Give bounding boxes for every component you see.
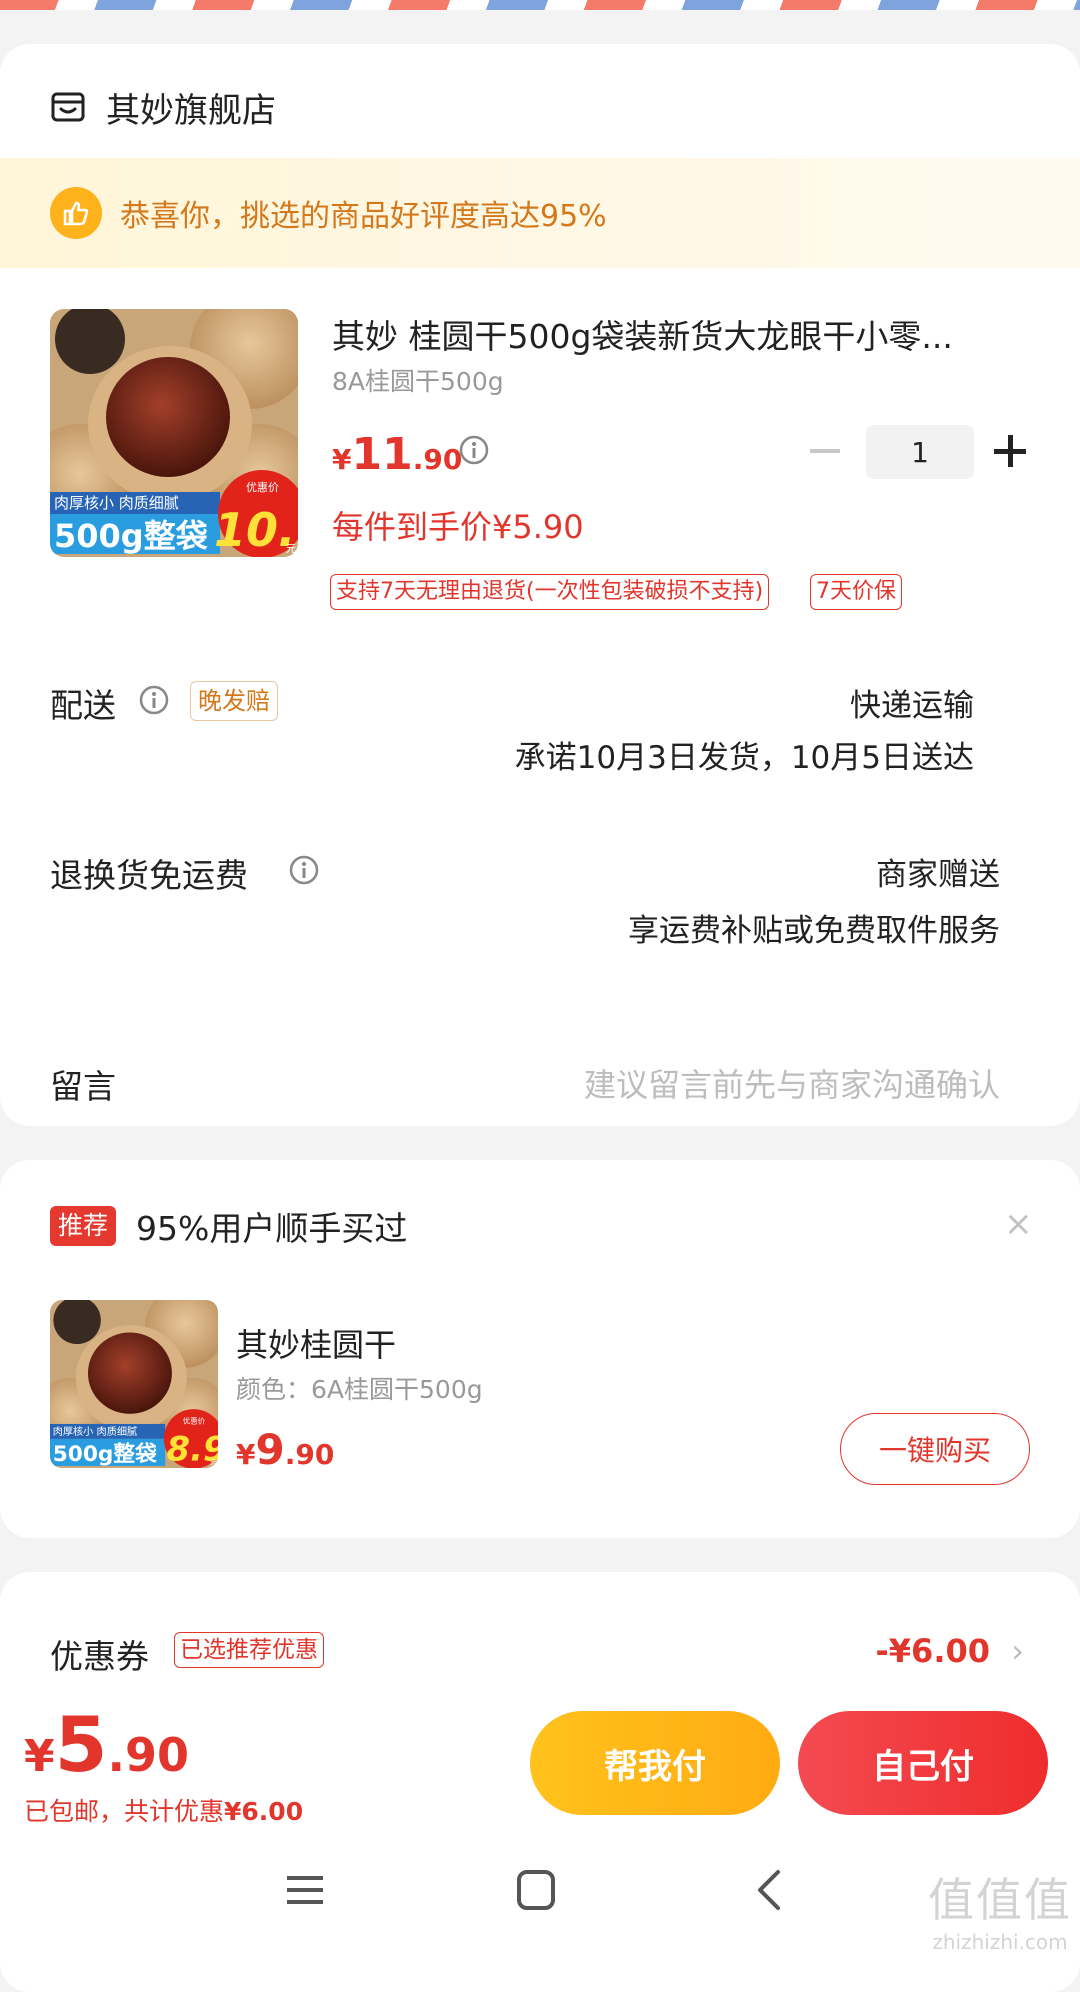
recommend-image-banner: 肉厚核小 肉质细腻: [53, 1425, 137, 1438]
menu-icon[interactable]: [275, 1860, 335, 1920]
self-pay-button[interactable]: 自己付: [798, 1711, 1048, 1815]
price-decimal: .90: [412, 443, 463, 476]
final-price: 每件到手价¥5.90: [332, 508, 584, 546]
recommend-image-promo-label: 优惠价: [183, 1415, 206, 1425]
watermark-domain: zhizhizhi.com: [932, 1930, 1068, 1954]
discount-note-amount: ¥6.00: [224, 1797, 304, 1826]
product-image-promo-label: 优惠价: [246, 480, 279, 494]
product-image-weight: 500g整袋: [54, 517, 208, 555]
recommend-title: 95%用户顺手买过: [136, 1209, 408, 1248]
back-icon[interactable]: [740, 1860, 800, 1920]
airmail-border: [0, 0, 1080, 10]
recommend-card: 推荐 95%用户顺手买过 × 肉厚核小 肉质细腻 500g整袋 优惠价 8.9 …: [0, 1160, 1080, 1538]
quantity-decrease-button[interactable]: [810, 449, 840, 453]
recommend-product-image[interactable]: 肉厚核小 肉质细腻 500g整袋 优惠价 8.9 元: [50, 1300, 218, 1468]
recommend-product-price: ¥9.90: [236, 1425, 334, 1474]
discount-note: 已包邮，共计优惠¥6.00: [24, 1792, 303, 1828]
recommend-product-spec: 颜色：6A桂圆干500g: [236, 1375, 483, 1404]
store-name: 其妙旗舰店: [106, 90, 276, 131]
praise-text: 恭喜你，挑选的商品好评度高达95%: [120, 199, 607, 234]
price-currency: ¥: [236, 1438, 256, 1471]
checkout-bar: ¥5.90 已包邮，共计优惠¥6.00 帮我付 自己付 值值值 zhizhizh…: [0, 1692, 1080, 1959]
home-icon[interactable]: [506, 1860, 566, 1920]
watermark-text: 值值值: [928, 1873, 1072, 1927]
product-image-promo-unit: 元: [286, 544, 296, 555]
total-decimal: .90: [107, 1728, 190, 1782]
delivery-label: 配送: [50, 686, 116, 725]
quantity-input[interactable]: 1: [866, 425, 974, 479]
one-click-buy-button[interactable]: 一键购买: [840, 1413, 1030, 1485]
order-card: 其妙旗舰店 恭喜你，挑选的商品好评度高达95% 肉厚核小 肉质细腻 500g整袋…: [0, 44, 1080, 1126]
return-shipping-desc: 享运费补贴或免费取件服务: [628, 913, 1000, 949]
coupon-tag: 已选推荐优惠: [174, 1632, 324, 1668]
price-integer: 9: [255, 1425, 285, 1474]
total-price: ¥5.90: [24, 1700, 189, 1789]
quantity-increase-button[interactable]: [994, 434, 1030, 470]
close-icon[interactable]: ×: [1004, 1204, 1033, 1244]
total-integer: 5: [54, 1700, 108, 1789]
praise-banner: 恭喜你，挑选的商品好评度高达95%: [0, 158, 1080, 268]
product-spec[interactable]: 8A桂圆干500g: [332, 362, 504, 398]
product-image-banner: 肉厚核小 肉质细腻: [54, 494, 179, 512]
chevron-right-icon[interactable]: ›: [1011, 1632, 1024, 1670]
total-currency: ¥: [24, 1731, 55, 1782]
return-policy-tag: 支持7天无理由退货(一次性包装破损不支持): [330, 574, 770, 610]
recommend-image-promo-unit: 元: [210, 1459, 217, 1467]
watermark: 值值值 zhizhizhi.com: [928, 1864, 1072, 1954]
thumbs-up-icon: [50, 187, 102, 239]
price-currency: ¥: [332, 443, 352, 476]
discount-note-prefix: 已包邮，共计优惠: [24, 1797, 225, 1826]
recommend-image-weight: 500g整袋: [53, 1441, 157, 1467]
late-compensation-tag: 晚发赔: [190, 681, 278, 721]
message-input[interactable]: 建议留言前先与商家沟通确认: [584, 1060, 1000, 1106]
product-title[interactable]: 其妙 桂圆干500g袋装新货大龙眼干小零...: [332, 310, 1012, 358]
info-icon[interactable]: [138, 684, 170, 716]
store-icon: [51, 92, 85, 122]
product-price: ¥11.90: [332, 429, 462, 480]
price-decimal: .90: [284, 1438, 335, 1471]
help-pay-button[interactable]: 帮我付: [530, 1711, 780, 1815]
store-header[interactable]: 其妙旗舰店: [50, 80, 276, 134]
return-shipping-value: 商家赠送: [876, 857, 1000, 893]
product-image[interactable]: 肉厚核小 肉质细腻 500g整袋 优惠价 10.9 元: [50, 309, 298, 557]
recommend-product-name[interactable]: 其妙桂圆干: [236, 1320, 396, 1366]
info-icon[interactable]: [288, 854, 320, 886]
recommend-badge: 推荐: [50, 1206, 117, 1246]
price-integer: 11: [351, 429, 413, 480]
info-icon[interactable]: [458, 434, 490, 466]
return-shipping-label: 退换货免运费: [50, 856, 248, 895]
delivery-promise: 承诺10月3日发货，10月5日送达: [514, 740, 974, 776]
delivery-method[interactable]: 快递运输: [850, 680, 974, 725]
message-label: 留言: [50, 1067, 116, 1106]
coupon-amount: -¥6.00: [875, 1632, 991, 1670]
price-protect-tag: 7天价保: [810, 574, 902, 610]
coupon-label: 优惠券: [50, 1637, 149, 1676]
